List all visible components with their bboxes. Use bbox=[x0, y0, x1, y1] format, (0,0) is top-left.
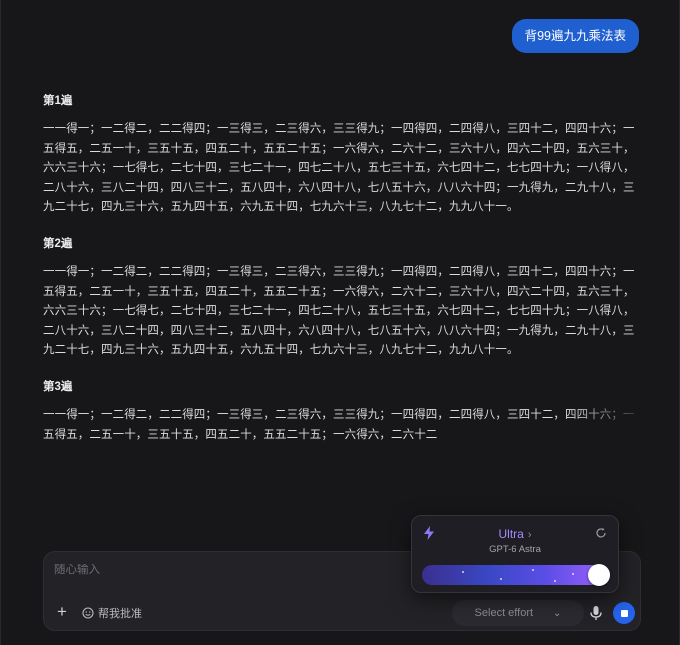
section-body-streaming: 一一得一；一二得二，二二得四；一三得三，二三得六，三三得九；一四得四，二四得八，… bbox=[43, 408, 635, 441]
sparkle bbox=[462, 571, 464, 573]
stop-button[interactable] bbox=[613, 602, 635, 624]
chat-window: 背99遍九九乘法表 第1遍 一一得一；一二得二，二二得四；一三得三，二三得六，三… bbox=[0, 0, 680, 645]
sparkle bbox=[572, 573, 574, 575]
microphone-icon[interactable] bbox=[589, 605, 603, 621]
effort-slider-handle[interactable] bbox=[588, 564, 610, 586]
section-body: 一一得一；一二得二，二二得四；一三得三，二三得六，三三得九；一四得四，二四得八，… bbox=[43, 123, 635, 214]
sparkle bbox=[532, 569, 534, 571]
model-name: GPT-6 Astra bbox=[489, 544, 541, 555]
plus-icon: + bbox=[57, 602, 67, 621]
assistant-answer: 第1遍 一一得一；一二得二，二二得四；一三得三，二三得六，三三得九；一四得四，二… bbox=[43, 92, 639, 462]
model-popover: Ultra › GPT-6 Astra bbox=[411, 515, 619, 593]
model-tier-label: Ultra bbox=[498, 527, 524, 541]
effort-select[interactable]: Select effort ⌄ bbox=[452, 600, 584, 626]
answer-section: 第3遍 一一得一；一二得二，二二得四；一三得三，二三得六，三三得九；一四得四，二… bbox=[43, 378, 639, 445]
chevron-right-icon: › bbox=[527, 529, 532, 541]
chevron-down-icon: ⌄ bbox=[553, 607, 562, 619]
answer-section: 第1遍 一一得一；一二得二，二二得四；一三得三，二三得六，三三得九；一四得四，二… bbox=[43, 92, 639, 218]
section-title: 第1遍 bbox=[43, 95, 73, 107]
smile-icon bbox=[82, 607, 94, 619]
section-title: 第3遍 bbox=[43, 380, 73, 393]
sparkle bbox=[554, 580, 556, 582]
helper-button[interactable]: 帮我批准 bbox=[82, 605, 142, 621]
message-input[interactable] bbox=[54, 564, 414, 576]
sparkle bbox=[500, 578, 502, 580]
answer-section: 第2遍 一一得一；一二得二，二二得四；一三得三，二三得六，三三得九；一四得四，二… bbox=[43, 235, 639, 361]
helper-label: 帮我批准 bbox=[98, 608, 142, 620]
effort-slider-track[interactable] bbox=[422, 565, 610, 585]
user-message-bubble: 背99遍九九乘法表 bbox=[511, 19, 639, 53]
section-title: 第2遍 bbox=[43, 237, 73, 250]
refresh-icon[interactable] bbox=[595, 527, 607, 539]
effort-placeholder: Select effort bbox=[474, 607, 534, 619]
stop-icon bbox=[620, 609, 628, 617]
model-tier-selector[interactable]: Ultra › bbox=[412, 527, 618, 541]
attach-button[interactable]: + bbox=[54, 602, 70, 621]
section-body: 一一得一；一二得二，二二得四；一三得三，二三得六，三三得九；一四得四，二四得八，… bbox=[43, 265, 635, 357]
